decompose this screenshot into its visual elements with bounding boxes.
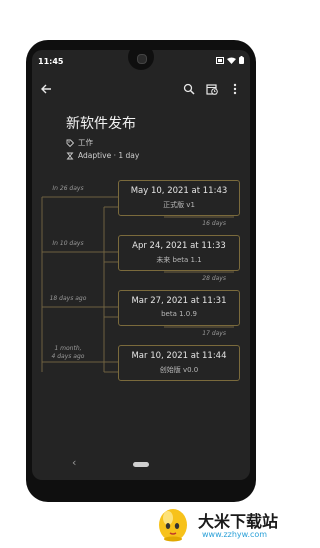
version-label: 正式版 v1 [163,201,195,209]
version-card[interactable]: Mar 10, 2021 at 11:44 创始版 v0.0 [118,345,240,381]
arrow-back-icon [41,84,51,94]
version-date: Mar 10, 2021 at 11:44 [131,351,227,361]
note-tag[interactable]: 工作 [66,137,93,148]
toolbar [32,78,250,100]
wifi-icon [227,57,236,64]
system-nav-bar: ‹ [32,454,250,480]
history-button[interactable] [205,81,219,97]
version-card[interactable]: May 10, 2021 at 11:43 正式版 v1 [118,180,240,216]
relative-time: In 26 days [52,185,84,192]
sim-icon [216,56,224,64]
relative-time: 1 month, 4 days ago [46,345,90,361]
calendar-clock-icon [206,84,218,95]
app-screen: 11:45 新软件发布 工作 Adaptive · 1 day In 26 da… [32,50,250,480]
status-time: 11:45 [38,57,64,66]
version-date: May 10, 2021 at 11:43 [130,186,228,196]
front-camera [128,50,154,70]
watermark: 大米下载站 www.zzhyw.com [150,500,282,548]
search-button[interactable] [182,81,196,97]
tag-label: 工作 [78,138,93,147]
watermark-url: www.zzhyw.com [202,530,268,539]
gap-label: 17 days [202,330,226,337]
more-menu-button[interactable] [228,81,242,97]
more-vert-icon [233,83,237,95]
version-card[interactable]: Mar 27, 2021 at 11:31 beta 1.0.9 [118,290,240,326]
relative-time: 18 days ago [49,295,87,302]
version-label: beta 1.0.9 [161,310,197,318]
relative-time: In 10 days [52,240,84,247]
watermark-name: 大米下载站 [198,512,279,531]
version-card[interactable]: Apr 24, 2021 at 11:33 未来 beta 1.1 [118,235,240,271]
schedule-label: Adaptive · 1 day [78,151,140,160]
gap-label: 28 days [202,275,226,282]
nav-home-pill[interactable] [133,462,149,467]
hourglass-icon [66,152,74,159]
egg-logo-icon [159,509,187,542]
version-label: 未来 beta 1.1 [156,256,202,264]
tag-icon [66,139,74,147]
battery-icon [239,56,244,64]
status-icons [216,56,244,64]
version-date: Mar 27, 2021 at 11:31 [131,296,227,306]
gap-label: 16 days [202,220,226,227]
search-icon [183,83,195,95]
back-button[interactable] [38,81,54,97]
relative-time-line: 1 month, [54,345,82,352]
note-schedule[interactable]: Adaptive · 1 day [66,151,139,160]
version-label: 创始版 v0.0 [159,366,199,374]
camera-lens [137,54,147,64]
nav-back-icon[interactable]: ‹ [72,456,76,469]
note-title: 新软件发布 [66,116,136,132]
relative-time-line: 4 days ago [51,353,85,360]
status-bar: 11:45 [32,50,250,72]
version-date: Apr 24, 2021 at 11:33 [132,241,226,251]
